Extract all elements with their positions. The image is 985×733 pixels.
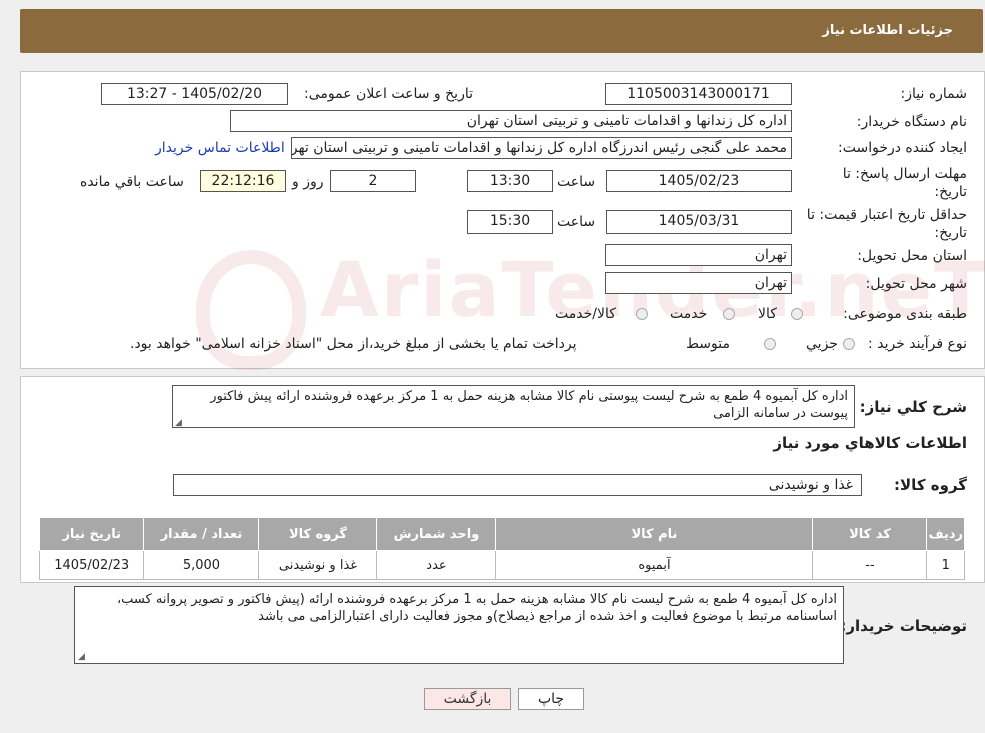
request-creator-label: ایجاد کننده درخواست: [838, 140, 967, 156]
goods-section-title: اطلاعات کالاهاي مورد نياز [773, 434, 967, 452]
process-medium-radio[interactable] [764, 338, 776, 350]
announce-datetime-label: تاریخ و ساعت اعلان عمومی: [304, 86, 473, 102]
page-header: جزئیات اطلاعات نیاز [20, 9, 983, 53]
cell-unit: عدد [376, 550, 497, 580]
buyer-org-label: نام دستگاه خریدار: [856, 114, 967, 130]
deadline-label: مهلت ارسال پاسخ: تا تاریخ: [842, 166, 967, 200]
cell-row-number: 1 [926, 550, 965, 580]
process-minor-radio[interactable] [843, 338, 855, 350]
price-validity-time-field[interactable]: 15:30 [467, 210, 553, 234]
deadline-date-field[interactable]: 1405/02/23 [606, 170, 792, 192]
page-title: جزئیات اطلاعات نیاز [822, 23, 953, 38]
remaining-time-field[interactable]: 22:12:16 [200, 170, 286, 192]
col-quantity: تعداد / مقدار [143, 517, 260, 551]
cell-need-date: 1405/02/23 [38, 550, 145, 580]
subject-category-label: طبقه بندی موضوعی: [843, 306, 967, 322]
price-validity-label: حداقل تاریخ اعتبار قیمت: تا تاریخ: [806, 207, 967, 241]
buyer-contact-link[interactable]: اطلاعات تماس خریدار [155, 140, 285, 156]
category-goods-service-radio[interactable] [636, 308, 648, 320]
category-service-label: خدمت [670, 306, 708, 322]
need-summary-textarea[interactable]: اداره کل آبمیوه 4 طمع به شرح لیست پیوستی… [172, 385, 855, 428]
cell-quantity: 5,000 [143, 550, 260, 580]
col-need-date: تاريخ نياز [38, 517, 145, 551]
price-validity-time-label: ساعت [557, 214, 596, 230]
purchase-process-label: نوع فرآیند خرید : [868, 336, 967, 352]
deadline-time-label: ساعت [557, 174, 596, 190]
category-goods-label: کالا [758, 306, 777, 322]
delivery-city-field[interactable]: تهران [605, 272, 792, 294]
category-service-radio[interactable] [723, 308, 735, 320]
goods-table-header: رديف کد کالا نام کالا واحد شمارش گروه کا… [38, 517, 965, 551]
buyer-notes-textarea[interactable]: اداره کل آبمیوه 4 طمع به شرح لیست نام کا… [74, 586, 844, 664]
category-goods-service-label: کالا/خدمت [555, 306, 616, 322]
need-number-label: شماره نیاز: [900, 86, 968, 102]
print-button[interactable]: چاپ [518, 688, 584, 710]
col-goods-group: گروه کالا [258, 517, 378, 551]
cell-goods-name: آبمیوه [495, 550, 814, 580]
buyer-org-field[interactable]: اداره کل زندانها و اقدامات تامینی و تربی… [230, 110, 792, 132]
days-remaining-field[interactable]: 2 [330, 170, 416, 192]
col-unit: واحد شمارش [376, 517, 497, 551]
goods-group-label: گروه کالا: [894, 476, 967, 494]
category-goods-radio[interactable] [791, 308, 803, 320]
process-medium-label: متوسط [686, 336, 730, 352]
back-button[interactable]: بازگشت [424, 688, 511, 710]
request-creator-field[interactable]: محمد علی گنجی رئیس اندرزگاه اداره کل زند… [291, 137, 792, 159]
col-goods-name: نام کالا [495, 517, 814, 551]
resize-grip-icon[interactable]: ◢ [78, 653, 85, 731]
deadline-time-field[interactable]: 13:30 [467, 170, 553, 192]
watermark-shield-icon [196, 250, 306, 370]
delivery-province-field[interactable]: تهران [605, 244, 792, 266]
process-minor-label: جزيي [806, 336, 838, 352]
price-validity-date-field[interactable]: 1405/03/31 [606, 210, 792, 234]
treasury-payment-note: پرداخت تمام یا بخشی از مبلغ خرید،از محل … [130, 336, 577, 352]
delivery-province-label: استان محل تحویل: [857, 248, 967, 264]
need-summary-label: شرح کلي نياز: [859, 398, 967, 416]
announce-datetime-field[interactable]: 1405/02/20 - 13:27 [101, 83, 288, 105]
buyer-notes-label: توضیحات خریدار: [840, 617, 967, 635]
col-row-number: رديف [926, 517, 965, 551]
remaining-time-label: ساعت باقي مانده [80, 174, 184, 190]
need-number-field[interactable]: 1105003143000171 [605, 83, 792, 105]
table-row: 1 -- آبمیوه عدد غذا و نوشیدنی 5,000 1405… [38, 550, 965, 580]
goods-group-field[interactable]: غذا و نوشیدنی [173, 474, 862, 496]
cell-goods-group: غذا و نوشیدنی [258, 550, 378, 580]
cell-goods-code: -- [812, 550, 928, 580]
col-goods-code: کد کالا [812, 517, 928, 551]
goods-table: رديف کد کالا نام کالا واحد شمارش گروه کا… [38, 517, 965, 580]
delivery-city-label: شهر محل تحویل: [865, 276, 967, 292]
days-label: روز و [292, 174, 324, 190]
